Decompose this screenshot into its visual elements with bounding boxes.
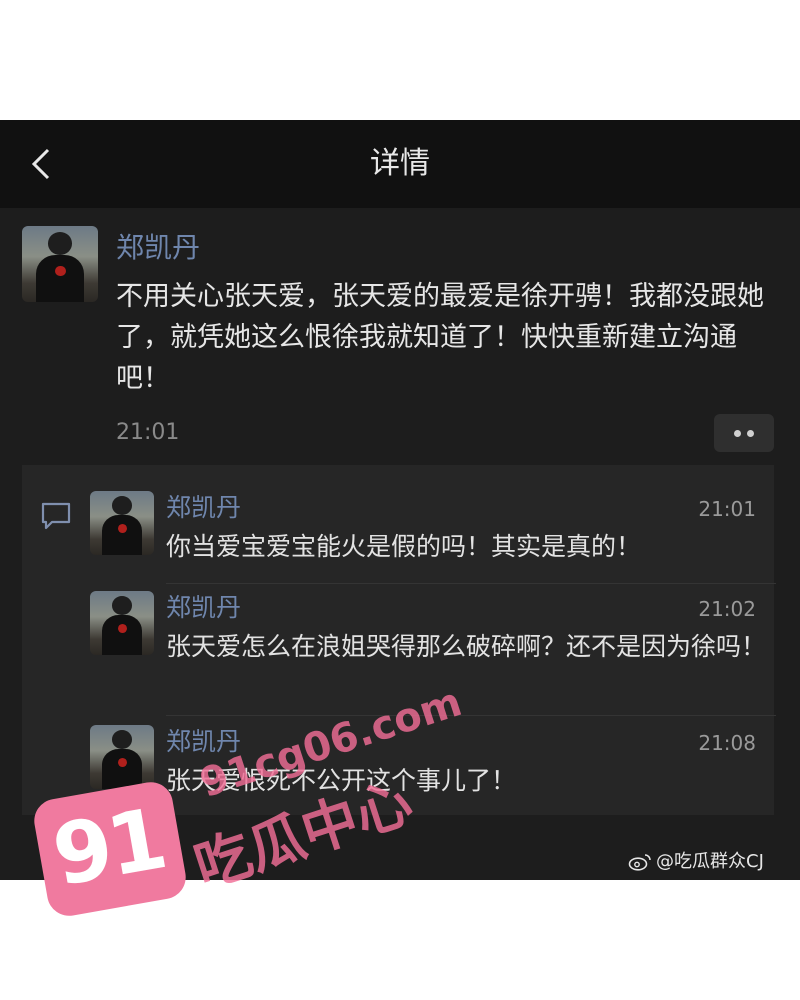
divider: [166, 715, 776, 716]
list-item: 郑凯丹 21:01 你当爱宝爱宝能火是假的吗！其实是真的！: [90, 491, 776, 581]
watermark-number: 91: [45, 789, 171, 906]
navbar: 详情: [0, 120, 800, 208]
avatar[interactable]: [22, 226, 98, 302]
weibo-icon: [628, 854, 651, 871]
reply-author[interactable]: 郑凯丹: [166, 591, 241, 625]
avatar[interactable]: [90, 591, 154, 655]
reply-time: 21:08: [698, 731, 756, 755]
more-button[interactable]: [714, 414, 774, 452]
post-text: 不用关心张天爱，张天爱的最爱是徐开骋！我都没跟她了，就凭她这么恨徐我就知道了！快…: [116, 281, 764, 394]
reply-time: 21:02: [698, 597, 756, 621]
reply-author[interactable]: 郑凯丹: [166, 491, 241, 525]
weibo-handle: @吃瓜群众CJ: [656, 851, 764, 872]
avatar[interactable]: [90, 491, 154, 555]
weibo-credit: @吃瓜群众CJ: [628, 850, 764, 874]
list-item: 郑凯丹 21:08 张天爱恨死不公开这个事儿了！: [90, 725, 776, 815]
comment-bubble-icon: [41, 502, 71, 530]
reply-text: 张天爱怎么在浪姐哭得那么破碎啊？还不是因为徐吗！: [166, 632, 767, 661]
reply-time: 21:01: [698, 497, 756, 521]
reply-text: 你当爱宝爱宝能火是假的吗！其实是真的！: [166, 532, 642, 561]
post-time: 21:01: [116, 420, 180, 445]
reply-list: 郑凯丹 21:01 你当爱宝爱宝能火是假的吗！其实是真的！ 郑凯丹 21:02 …: [22, 465, 776, 815]
divider: [166, 583, 776, 584]
watermark-badge: 91: [30, 778, 190, 920]
post-author[interactable]: 郑凯丹: [116, 228, 200, 268]
page-title: 详情: [370, 146, 430, 181]
avatar[interactable]: [90, 725, 154, 789]
